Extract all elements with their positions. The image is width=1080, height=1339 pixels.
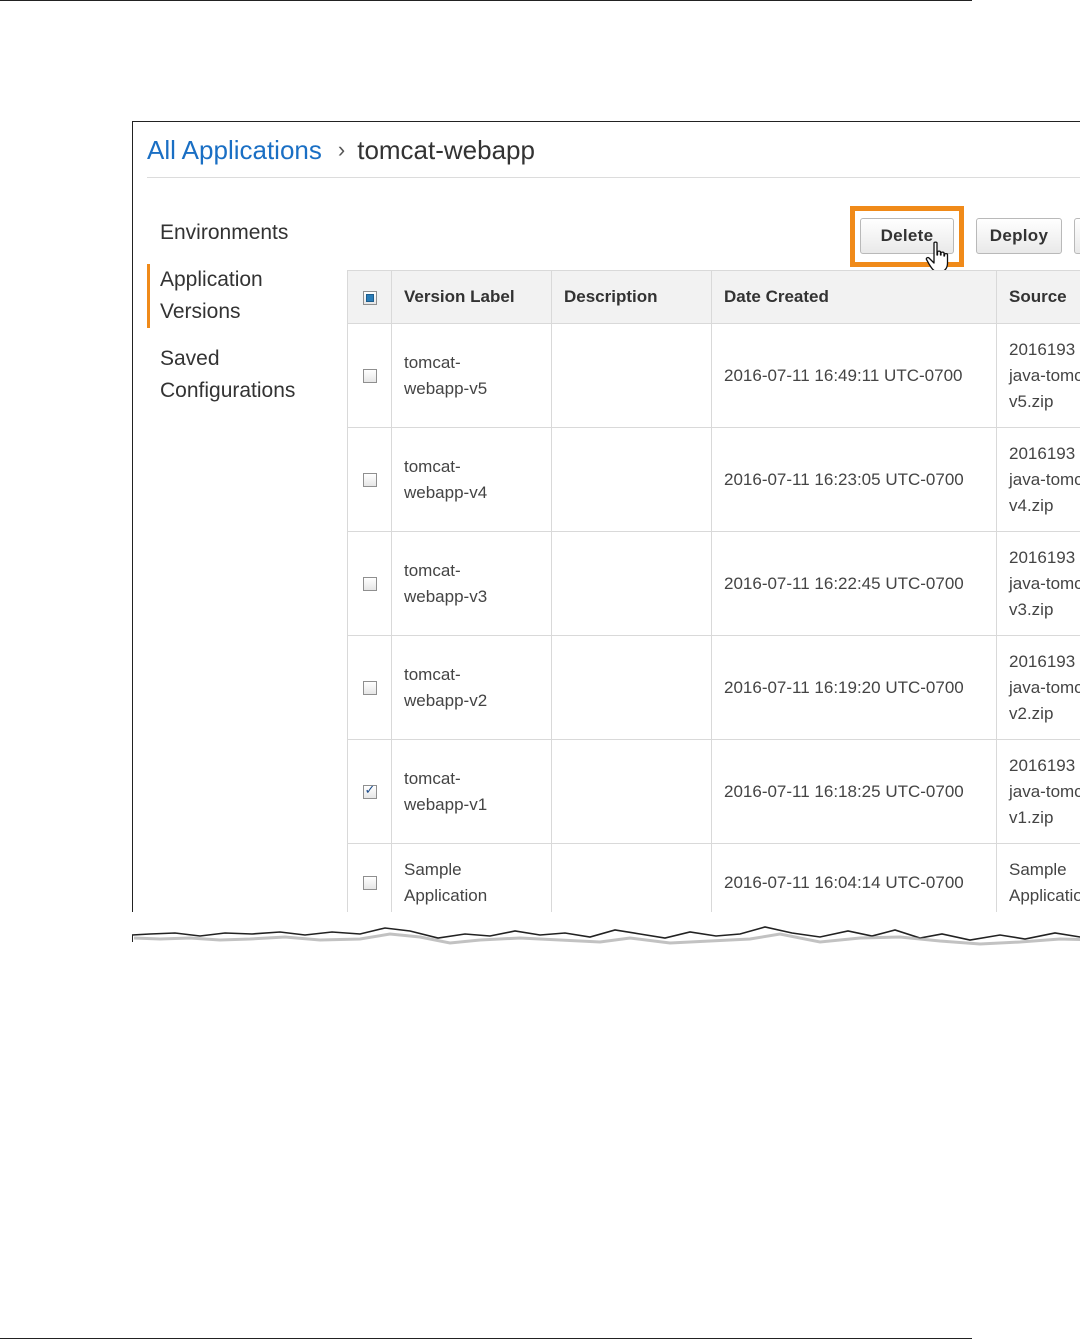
description-cell: [551, 843, 712, 922]
version-label-line: webapp-v1: [404, 794, 488, 814]
sidebar-item-saved-configurations[interactable]: Saved Configurations: [147, 343, 332, 407]
source-line: 2016193: [1009, 651, 1076, 671]
version-label-line: Application: [404, 885, 488, 905]
source-line: v4.zip: [1009, 495, 1054, 515]
row-checkbox[interactable]: [362, 681, 377, 696]
source-line: v1.zip: [1009, 807, 1054, 827]
select-all-checkbox[interactable]: [362, 290, 377, 305]
breadcrumb: All Applications › tomcat-webapp: [147, 130, 535, 170]
table-row[interactable]: tomcat- webapp-v1 2016-07-11 16:18:25 UT…: [347, 739, 1080, 844]
source-line: v3.zip: [1009, 599, 1054, 619]
source-link[interactable]: 2016193 java-tomc v1.zip: [996, 739, 1080, 844]
sidebar-item-application-versions[interactable]: Application Versions: [147, 264, 332, 328]
source-line: java-tomc: [1009, 365, 1080, 385]
version-label-line: webapp-v4: [404, 482, 488, 502]
delete-button-highlight: Delete: [850, 205, 964, 273]
version-label-line: webapp-v3: [404, 586, 488, 606]
source-line: Sample: [1009, 859, 1067, 879]
source-link[interactable]: 2016193 java-tomc v3.zip: [996, 531, 1080, 636]
source-line: 2016193: [1009, 443, 1076, 463]
page-top-rule: [0, 0, 972, 1]
select-all-header: [347, 270, 392, 324]
version-label-line: Sample: [404, 859, 462, 879]
version-label-line: tomcat-: [404, 768, 461, 788]
row-select-cell: [347, 635, 392, 740]
source-line: java-tomc: [1009, 469, 1080, 489]
table-row[interactable]: tomcat- webapp-v4 2016-07-11 16:23:05 UT…: [347, 427, 1080, 532]
version-label-cell: tomcat- webapp-v5: [391, 323, 552, 428]
source-line: 2016193: [1009, 755, 1076, 775]
table-row[interactable]: tomcat- webapp-v2 2016-07-11 16:19:20 UT…: [347, 635, 1080, 740]
version-label-cell: Sample Application: [391, 843, 552, 922]
table-row[interactable]: tomcat- webapp-v5 2016-07-11 16:49:11 UT…: [347, 323, 1080, 428]
date-created-cell: 2016-07-11 16:19:20 UTC-0700: [711, 635, 997, 740]
application-versions-table: Version Label Description Date Created S…: [347, 270, 1080, 922]
source-line: java-tomc: [1009, 677, 1080, 697]
date-created-cell: 2016-07-11 16:49:11 UTC-0700: [711, 323, 997, 428]
version-label-line: webapp-v5: [404, 378, 488, 398]
description-cell: [551, 323, 712, 428]
row-select-cell: [347, 323, 392, 428]
sidebar-item-environments[interactable]: Environments: [147, 217, 332, 249]
column-header-date-created[interactable]: Date Created: [711, 270, 997, 324]
sidebar-nav: Environments Application Versions Saved …: [147, 217, 332, 422]
row-select-cell: [347, 531, 392, 636]
table-row[interactable]: tomcat- webapp-v3 2016-07-11 16:22:45 UT…: [347, 531, 1080, 636]
date-created-cell: 2016-07-11 16:04:14 UTC-0700: [711, 843, 997, 922]
column-header-source[interactable]: Source: [996, 270, 1080, 324]
version-label-line: tomcat-: [404, 352, 461, 372]
source-link[interactable]: 2016193 java-tomc v5.zip: [996, 323, 1080, 428]
source-line: v2.zip: [1009, 703, 1054, 723]
version-label-line: tomcat-: [404, 664, 461, 684]
breadcrumb-divider: [147, 177, 1080, 178]
source-link[interactable]: Sample Applicatio: [996, 843, 1080, 922]
column-header-version-label[interactable]: Version Label: [391, 270, 552, 324]
row-checkbox[interactable]: [362, 876, 377, 891]
version-label-cell: tomcat- webapp-v1: [391, 739, 552, 844]
date-created-cell: 2016-07-11 16:23:05 UTC-0700: [711, 427, 997, 532]
description-cell: [551, 635, 712, 740]
description-cell: [551, 739, 712, 844]
source-line: java-tomc: [1009, 573, 1080, 593]
version-label-line: tomcat-: [404, 560, 461, 580]
version-label-cell: tomcat- webapp-v4: [391, 427, 552, 532]
breadcrumb-separator: ›: [337, 137, 346, 162]
source-line: Applicatio: [1009, 885, 1080, 905]
version-label-line: webapp-v2: [404, 690, 488, 710]
version-label-cell: tomcat- webapp-v3: [391, 531, 552, 636]
breadcrumb-all-applications-link[interactable]: All Applications: [147, 135, 322, 166]
row-checkbox[interactable]: [362, 369, 377, 384]
column-header-description[interactable]: Description: [551, 270, 712, 324]
console-screenshot: All Applications › tomcat-webapp Environ…: [132, 121, 1080, 942]
source-line: java-tomc: [1009, 781, 1080, 801]
date-created-cell: 2016-07-11 16:18:25 UTC-0700: [711, 739, 997, 844]
version-label-cell: tomcat- webapp-v2: [391, 635, 552, 740]
table-row[interactable]: Sample Application 2016-07-11 16:04:14 U…: [347, 843, 1080, 922]
source-link[interactable]: 2016193 java-tomc v2.zip: [996, 635, 1080, 740]
deploy-button[interactable]: Deploy: [976, 218, 1062, 254]
row-select-cell: [347, 427, 392, 532]
source-link[interactable]: 2016193 java-tomc v4.zip: [996, 427, 1080, 532]
row-select-cell: [347, 843, 392, 922]
torn-edge: [120, 912, 1080, 946]
actions-toolbar: Delete Deploy: [850, 205, 1080, 273]
row-checkbox[interactable]: [362, 577, 377, 592]
source-line: 2016193: [1009, 547, 1076, 567]
table-header-row: Version Label Description Date Created S…: [347, 270, 1080, 324]
date-created-cell: 2016-07-11 16:22:45 UTC-0700: [711, 531, 997, 636]
description-cell: [551, 531, 712, 636]
more-actions-button[interactable]: [1074, 218, 1080, 254]
row-select-cell: [347, 739, 392, 844]
breadcrumb-current-application: tomcat-webapp: [357, 134, 535, 165]
description-cell: [551, 427, 712, 532]
row-checkbox[interactable]: [362, 473, 377, 488]
row-checkbox[interactable]: [362, 783, 377, 800]
source-line: v5.zip: [1009, 391, 1054, 411]
version-label-line: tomcat-: [404, 456, 461, 476]
source-line: 2016193: [1009, 339, 1076, 359]
